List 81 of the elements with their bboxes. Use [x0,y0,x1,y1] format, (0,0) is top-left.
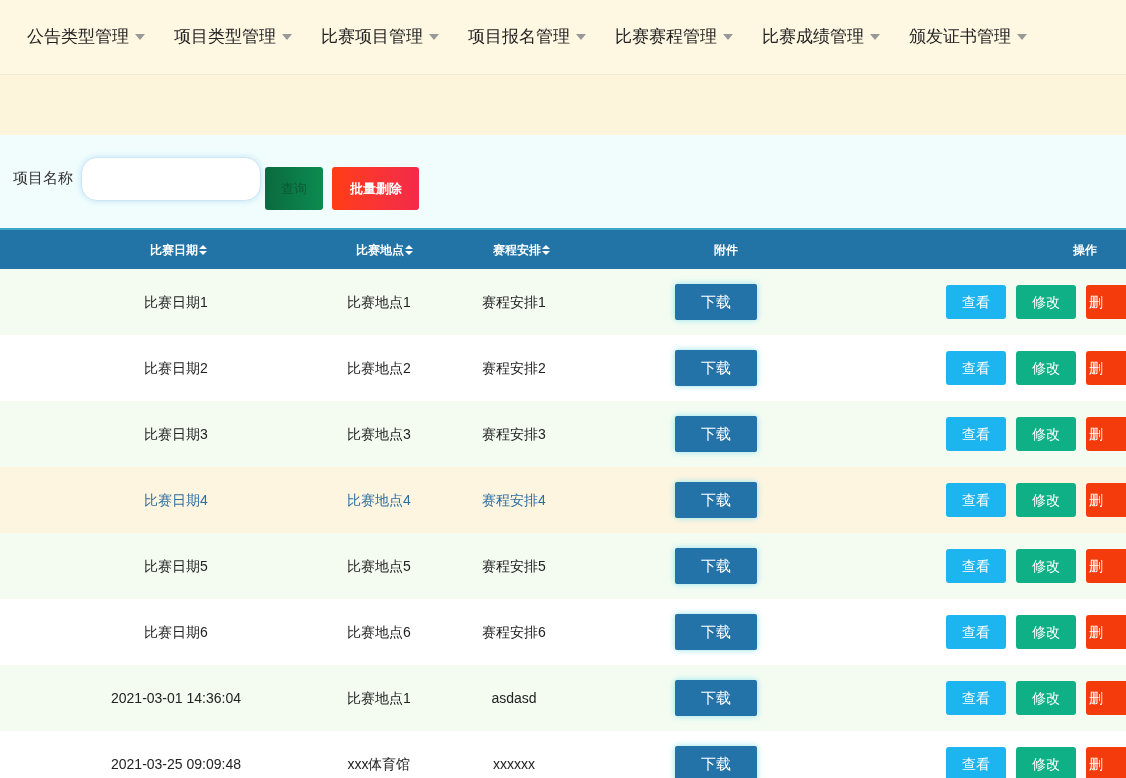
nav-menu[interactable]: 颁发证书管理 [909,24,1027,50]
delete-button[interactable]: 删 [1086,417,1126,451]
view-button[interactable]: 查看 [946,351,1006,385]
table-cell-text: 比赛日期5 [144,556,208,576]
view-button[interactable]: 查看 [946,285,1006,319]
download-button[interactable]: 下载 [675,680,757,716]
table-cell-text: xxx体育馆 [347,754,411,774]
view-button[interactable]: 查看 [946,681,1006,715]
download-button[interactable]: 下载 [675,416,757,452]
view-button[interactable]: 查看 [946,747,1006,778]
table-cell-text: 赛程安排2 [482,358,546,378]
nav-menu[interactable]: 比赛赛程管理 [615,24,733,50]
column-header[interactable]: 赛程安排 [492,240,541,259]
delete-button[interactable]: 删 [1086,285,1126,319]
view-button[interactable]: 查看 [946,549,1006,583]
table-cell-text: 比赛地点4 [347,490,411,510]
delete-button[interactable]: 删 [1086,549,1126,583]
download-button[interactable]: 下载 [675,482,757,518]
table-cell-text: 比赛日期3 [144,424,208,444]
nav-menu[interactable]: 比赛项目管理 [321,24,439,50]
column-header: 附件 [714,241,738,259]
caret-icon [870,34,880,40]
edit-button[interactable]: 修改 [1016,615,1076,649]
edit-button[interactable]: 修改 [1016,549,1076,583]
view-button[interactable]: 查看 [946,615,1006,649]
sort-icon[interactable] [404,244,413,255]
nav-menu[interactable]: 公告类型管理 [27,24,145,50]
column-header[interactable]: 比赛日期 [149,240,198,259]
caret-icon [1017,34,1027,40]
caret-icon [135,34,145,40]
search-field[interactable] [81,156,261,201]
table-cell-text: 比赛日期4 [144,490,208,510]
download-button[interactable]: 下载 [675,548,757,584]
table-cell-text: asdasd [491,688,537,708]
edit-button[interactable]: 修改 [1016,681,1076,715]
download-button[interactable]: 下载 [675,746,757,778]
sort-icon[interactable] [198,244,207,255]
table-cell-text: 赛程安排1 [482,292,546,312]
caret-icon [282,34,292,40]
caret-icon [723,34,733,40]
delete-button[interactable]: 删 [1086,615,1126,649]
delete-button[interactable]: 删 [1086,483,1126,517]
column-header[interactable]: 比赛地点 [355,240,404,259]
table-cell-text: xxxxxx [492,754,535,774]
table-cell-text: 比赛地点6 [347,622,411,642]
download-button[interactable]: 下载 [675,284,757,320]
table-cell-text: 赛程安排3 [482,424,546,444]
edit-button[interactable]: 修改 [1016,285,1076,319]
table-cell-text: 赛程安排6 [482,622,546,642]
delete-button[interactable]: 删 [1086,351,1126,385]
table-cell-text: 比赛地点3 [347,424,411,444]
table-cell-text: 比赛地点2 [347,358,411,378]
table-cell-text: 赛程安排5 [482,556,546,576]
edit-button[interactable]: 修改 [1016,417,1076,451]
download-button[interactable]: 下载 [675,614,757,650]
view-button[interactable]: 查看 [946,483,1006,517]
search-label: 项目名称 [13,168,73,189]
table-cell-text: 比赛日期1 [144,292,208,312]
nav-menu[interactable]: 比赛成绩管理 [762,24,880,50]
table-cell-text: 比赛地点5 [347,556,411,576]
edit-button[interactable]: 修改 [1016,351,1076,385]
table-cell-text: 赛程安排4 [482,490,546,510]
table-cell-text: 2021-03-01 14:36:04 [111,688,241,708]
table-cell-text: 2021-03-25 09:09:48 [111,754,241,774]
caret-icon [429,34,439,40]
table-cell-text: 比赛地点1 [347,688,411,708]
table-cell-text: 比赛日期6 [144,622,208,642]
edit-button[interactable]: 修改 [1016,483,1076,517]
delete-button[interactable]: 删 [1086,747,1126,778]
batch-delete-button[interactable]: 批量删除 [332,167,419,210]
table-cell-text: 比赛日期2 [144,358,208,378]
column-header: 操作 [1073,241,1097,259]
table-cell-text: 比赛地点1 [347,292,411,312]
download-button[interactable]: 下载 [675,350,757,386]
delete-button[interactable]: 删 [1086,681,1126,715]
edit-button[interactable]: 修改 [1016,747,1076,778]
sort-icon[interactable] [541,244,550,255]
nav-menu[interactable]: 项目类型管理 [174,24,292,50]
nav-menu[interactable]: 项目报名管理 [468,24,586,50]
caret-icon [576,34,586,40]
view-button[interactable]: 查看 [946,417,1006,451]
